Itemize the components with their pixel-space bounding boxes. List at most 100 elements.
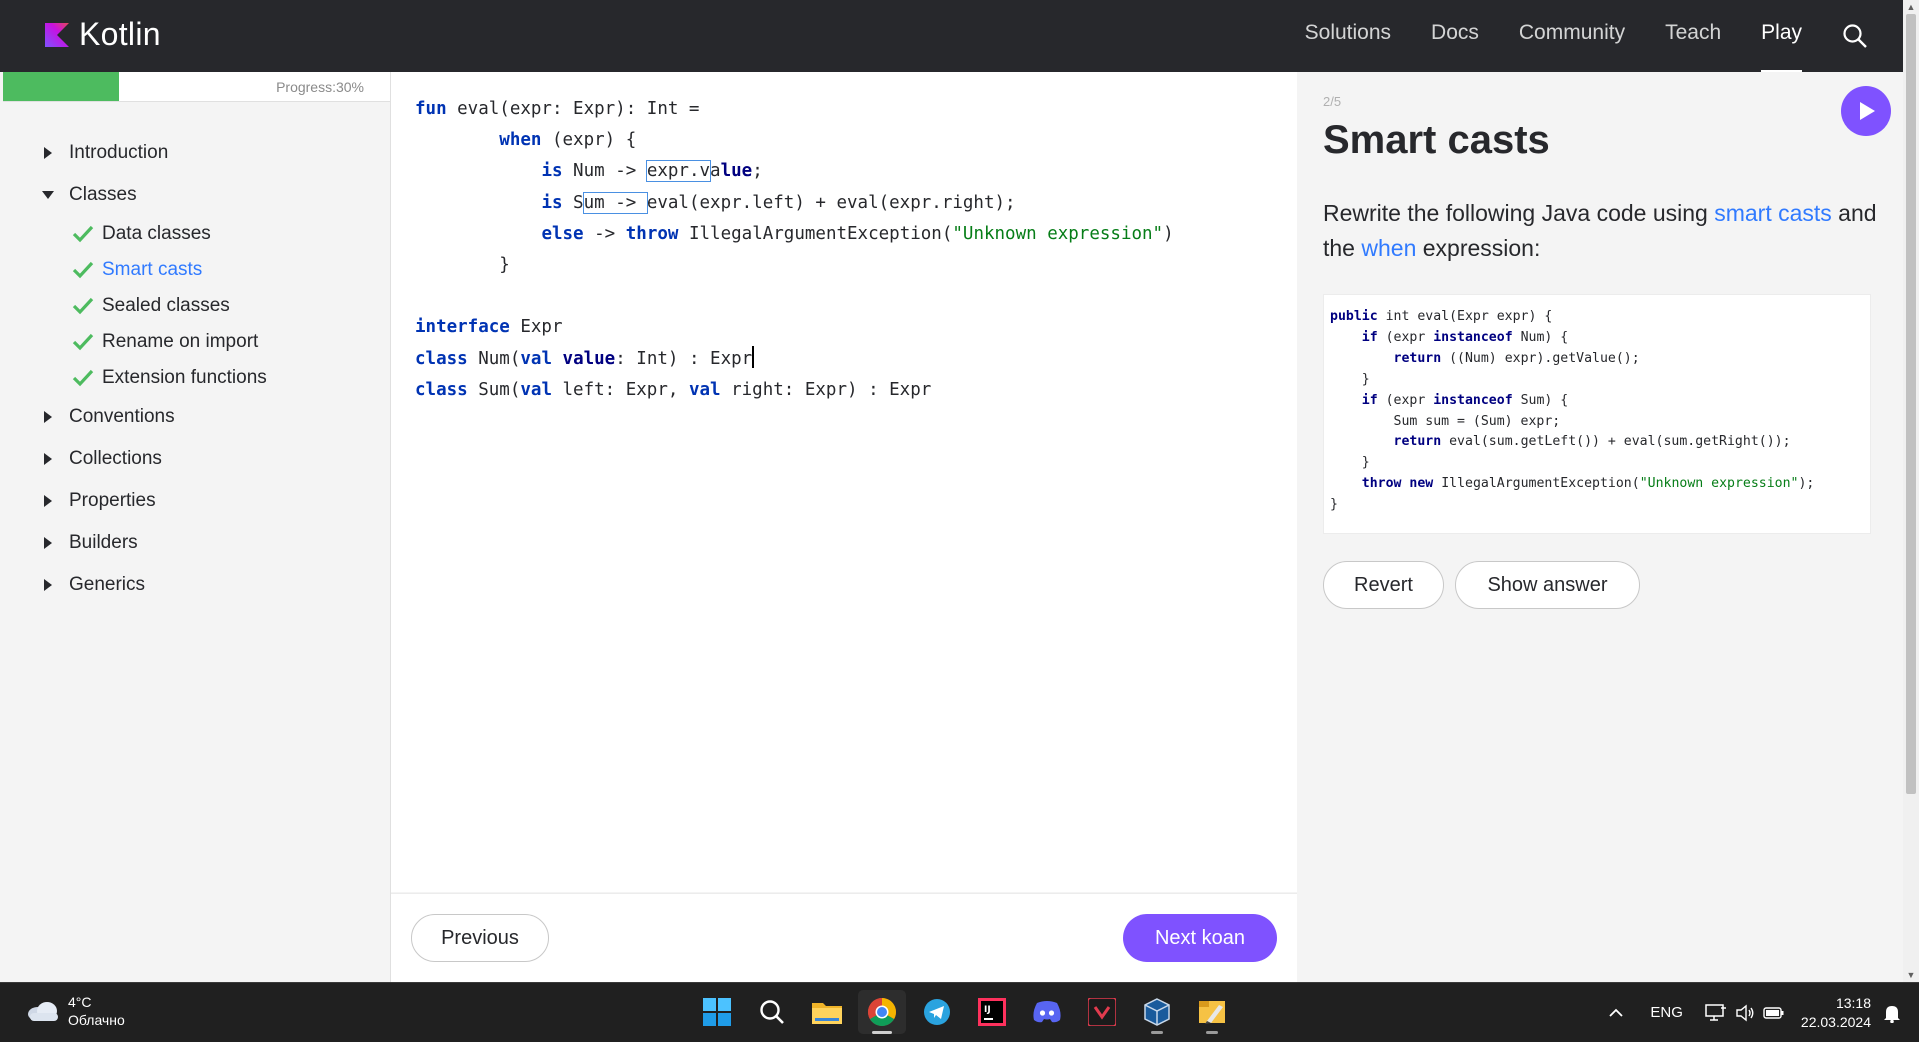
koan-sealed-classes[interactable]: Sealed classes — [71, 288, 267, 324]
section-label: Builders — [69, 532, 138, 553]
koan-label: Rename on import — [102, 331, 259, 352]
koan-label: Data classes — [102, 223, 211, 244]
section-header[interactable]: Classes — [41, 174, 267, 216]
task-description: Rewrite the following Java code using sm… — [1323, 196, 1883, 266]
caret-right-icon — [44, 147, 52, 159]
scroll-up-arrow-icon[interactable]: ▲ — [1903, 0, 1919, 14]
nav-community[interactable]: Community — [1519, 0, 1625, 72]
code-line: class Sum(val left: Expr, val right: Exp… — [415, 379, 932, 400]
code-line: else -> throw IllegalArgumentException("… — [541, 223, 1174, 244]
search-icon[interactable] — [748, 990, 796, 1034]
section-label: Collections — [69, 448, 162, 469]
caret-right-icon — [44, 453, 52, 465]
section-generics: Generics — [41, 564, 267, 606]
system-tray: ENG 13:18 22.03.2024 — [1594, 983, 1901, 1042]
koan-label: Extension functions — [102, 367, 267, 388]
virtualbox-icon[interactable] — [1133, 990, 1181, 1034]
language-indicator[interactable]: ENG — [1650, 1004, 1683, 1021]
show-answer-button[interactable]: Show answer — [1455, 561, 1640, 609]
run-button[interactable] — [1841, 86, 1891, 136]
nav-play[interactable]: Play — [1761, 0, 1802, 72]
section-label: Generics — [69, 574, 146, 595]
check-icon — [72, 369, 94, 387]
caret-right-icon — [44, 495, 52, 507]
search-icon[interactable] — [1842, 23, 1868, 49]
network-icon[interactable] — [1705, 1003, 1727, 1022]
weather-desc: Облачно — [68, 1012, 125, 1028]
section-header[interactable]: Introduction — [41, 132, 267, 174]
smart-casts-link[interactable]: smart casts — [1714, 200, 1832, 226]
chevron-up-icon[interactable] — [1608, 1008, 1624, 1018]
taskbar-apps: IJ — [693, 990, 1243, 1034]
weather-widget[interactable]: 4°C Облачно — [26, 993, 125, 1029]
top-navigation-bar: Kotlin Solutions Docs Community Teach Pl… — [0, 0, 1906, 72]
java-code-block: public int eval(Expr expr) { if (expr in… — [1323, 294, 1871, 534]
nav-solutions[interactable]: Solutions — [1305, 0, 1391, 72]
logo-text: Kotlin — [79, 16, 161, 52]
task-title: Smart casts — [1323, 118, 1550, 162]
app-icon[interactable] — [1078, 990, 1126, 1034]
intellij-idea-icon[interactable]: IJ — [968, 990, 1016, 1034]
folder-app-icon[interactable] — [1188, 990, 1236, 1034]
section-conventions: Conventions — [41, 396, 267, 438]
play-icon — [1860, 102, 1875, 120]
code-line: fun eval(expr: Expr): Int = — [415, 99, 700, 119]
clock[interactable]: 13:18 22.03.2024 — [1801, 994, 1871, 1032]
section-introduction: Introduction — [41, 132, 267, 174]
battery-icon[interactable] — [1763, 1006, 1785, 1020]
volume-icon[interactable] — [1735, 1004, 1755, 1022]
discord-icon[interactable] — [1023, 990, 1071, 1034]
code-editor[interactable]: fun eval(expr: Expr): Int = when (expr) … — [391, 72, 1297, 892]
section-label: Properties — [69, 490, 156, 511]
notification-bell-icon[interactable] — [1883, 1003, 1901, 1023]
koan-extension-functions[interactable]: Extension functions — [71, 360, 267, 396]
page-scrollbar[interactable]: ▲ ▼ — [1903, 0, 1919, 982]
progress-fill — [3, 72, 120, 101]
scroll-thumb[interactable] — [1906, 14, 1916, 794]
koan-smart-casts[interactable]: Smart casts — [71, 252, 267, 288]
kotlin-logo-icon — [45, 22, 69, 47]
when-link[interactable]: when — [1361, 235, 1416, 261]
file-explorer-icon[interactable] — [803, 990, 851, 1034]
previous-button[interactable]: Previous — [411, 914, 549, 962]
caret-right-icon — [44, 579, 52, 591]
code-area[interactable]: fun eval(expr: Expr): Int = when (expr) … — [415, 94, 1174, 406]
nav-docs[interactable]: Docs — [1431, 0, 1479, 72]
koans-tree: Introduction Classes Data classes Smart … — [41, 132, 267, 606]
cloud-icon — [28, 1002, 58, 1021]
koan-data-classes[interactable]: Data classes — [71, 216, 267, 252]
section-label: Classes — [69, 184, 137, 205]
next-koan-button[interactable]: Next koan — [1123, 914, 1277, 962]
java-code: public int eval(Expr expr) { if (expr in… — [1330, 309, 1815, 513]
section-header[interactable]: Generics — [41, 564, 267, 606]
revert-button[interactable]: Revert — [1323, 561, 1444, 609]
nav-teach[interactable]: Teach — [1665, 0, 1721, 72]
code-line: class Num(val value: Int) : Expr — [415, 345, 754, 369]
code-line: when (expr) { — [499, 130, 637, 151]
chrome-icon[interactable] — [858, 990, 906, 1034]
running-indicator — [1151, 1031, 1163, 1034]
section-header[interactable]: Builders — [41, 522, 267, 564]
section-header[interactable]: Properties — [41, 480, 267, 522]
task-counter: 2/5 — [1323, 94, 1342, 109]
koan-rename-on-import[interactable]: Rename on import — [71, 324, 267, 360]
weather-text: 4°C Облачно — [68, 993, 125, 1029]
section-header[interactable]: Collections — [41, 438, 267, 480]
desc-text: expression: — [1416, 235, 1541, 261]
check-icon — [72, 333, 94, 351]
caret-down-icon — [42, 191, 54, 199]
task-panel: 2/5 Smart casts Rewrite the following Ja… — [1298, 72, 1903, 982]
code-line: is Sum -> eval(expr.left) + eval(expr.ri… — [541, 191, 1016, 214]
check-icon — [72, 225, 94, 243]
koan-label: Smart casts — [102, 259, 203, 280]
kotlin-logo[interactable]: Kotlin — [45, 16, 161, 53]
section-header[interactable]: Conventions — [41, 396, 267, 438]
windows-taskbar: 4°C Облачно IJ ENG 13:18 22.03.2024 — [0, 982, 1919, 1042]
telegram-icon[interactable] — [913, 990, 961, 1034]
scroll-down-arrow-icon[interactable]: ▼ — [1903, 968, 1919, 982]
windows-start-icon[interactable] — [693, 990, 741, 1034]
section-label: Introduction — [69, 142, 169, 163]
running-indicator — [1206, 1031, 1218, 1034]
weather-temp: 4°C — [68, 994, 92, 1010]
editor-footer: Previous Next koan — [391, 893, 1297, 983]
